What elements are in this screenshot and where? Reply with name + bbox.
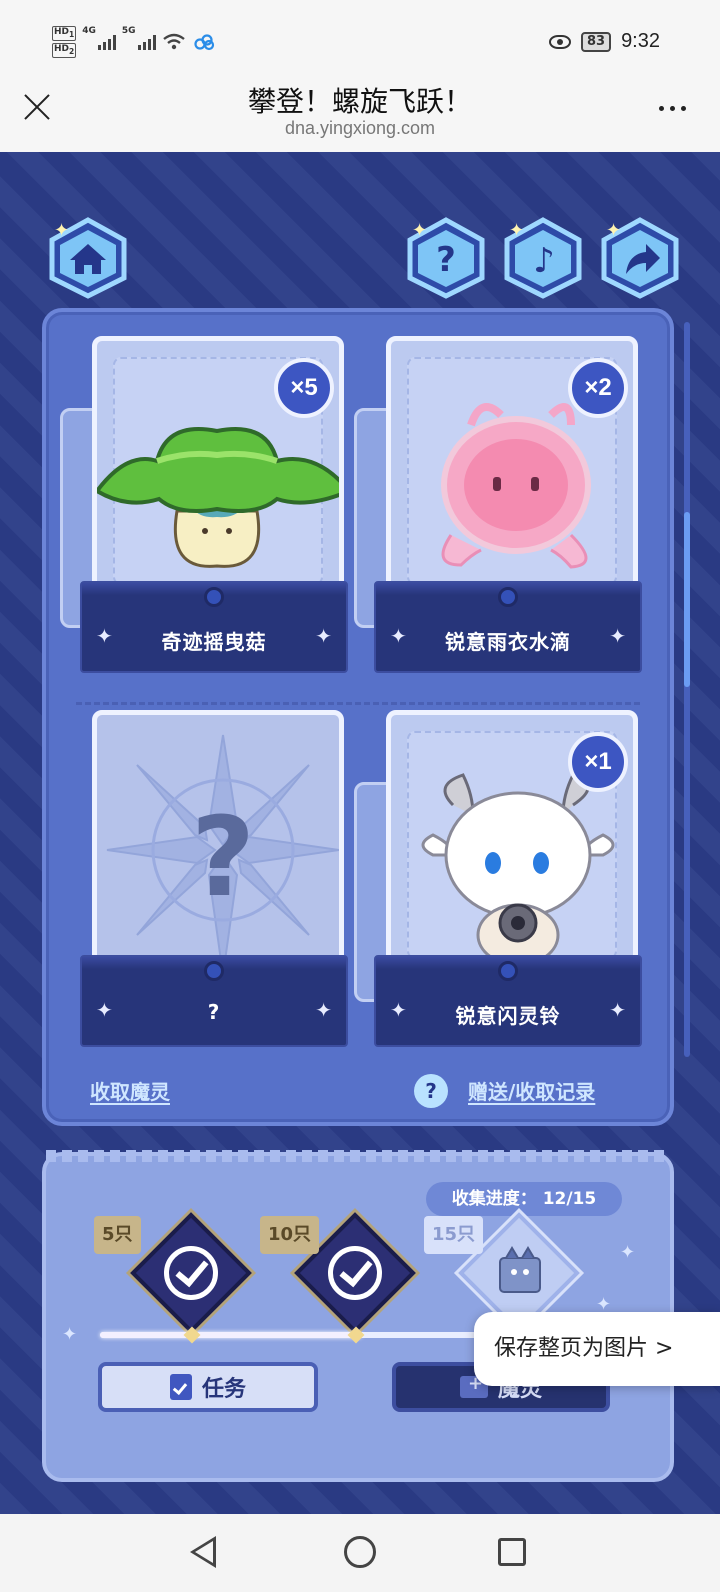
share-icon: ✦ bbox=[601, 217, 679, 299]
collect-spirit-link[interactable]: 收取魔灵 bbox=[90, 1076, 170, 1105]
card-row-divider bbox=[76, 702, 640, 705]
gift-box-icon bbox=[499, 1246, 541, 1293]
wifi-icon bbox=[162, 33, 185, 49]
system-nav-bar bbox=[0, 1514, 720, 1592]
progress-value: 12/15 bbox=[542, 1189, 597, 1209]
hd2-badge: HD2 bbox=[52, 42, 77, 58]
status-bar-left: HD1 HD2 4G 5G bbox=[52, 26, 216, 58]
help-button[interactable]: ? ✦ bbox=[404, 216, 488, 300]
more-menu-icon[interactable] bbox=[659, 106, 686, 111]
count-badge: ×5 bbox=[274, 358, 334, 418]
sparkle-icon: ✦ bbox=[62, 1324, 78, 1345]
task-button-label: 任务 bbox=[201, 1377, 246, 1402]
gift-records-link[interactable]: 赠送/收取记录 bbox=[468, 1076, 595, 1105]
spirit-card[interactable]: ×5 ✦ 奇迹摇曳菇 ✦ bbox=[60, 336, 348, 676]
milestone-reward-5[interactable] bbox=[130, 1212, 252, 1334]
spirit-card[interactable]: ×2 ✦ 锐意雨衣水滴 ✦ bbox=[354, 336, 642, 676]
help-icon: ? ✦ bbox=[407, 217, 485, 299]
card-pin bbox=[498, 961, 518, 981]
svg-text:✦: ✦ bbox=[606, 220, 621, 241]
svg-text:✦: ✦ bbox=[412, 220, 427, 241]
spirit-card[interactable]: ×1 ✦ 锐意闪灵铃 ✦ bbox=[354, 710, 642, 1050]
check-icon bbox=[328, 1246, 382, 1300]
save-page-as-image-button[interactable]: 保存整页为图片 > bbox=[474, 1312, 720, 1386]
home-icon: ✦ bbox=[49, 217, 127, 299]
collection-progress: 收集进度： 12/15 bbox=[426, 1182, 622, 1216]
clock: 9:32 bbox=[621, 30, 660, 52]
card-pin bbox=[204, 587, 224, 607]
music-button[interactable]: ♪ ✦ bbox=[501, 216, 585, 300]
status-bar: HD1 HD2 4G 5G 83 9:32 bbox=[0, 0, 720, 84]
card-frame: ? bbox=[92, 710, 344, 980]
page-url: dna.yingxiong.com bbox=[284, 118, 436, 138]
back-icon[interactable] bbox=[190, 1536, 216, 1568]
sparkle-icon: ✦ bbox=[315, 998, 332, 1022]
page-title: 攀登！螺旋飞跃！ bbox=[247, 85, 472, 118]
battery-indicator: 83 bbox=[580, 31, 612, 52]
svg-text:?: ? bbox=[191, 793, 255, 921]
sparkle-icon: ✦ bbox=[315, 624, 332, 648]
svg-text:♪: ♪ bbox=[533, 241, 555, 281]
card-name: 锐意闪灵铃 bbox=[455, 1004, 561, 1028]
count-badge: ×2 bbox=[568, 358, 628, 418]
card-name: 奇迹摇曳菇 bbox=[161, 630, 267, 654]
browser-header: 攀登！螺旋飞跃！ dna.yingxiong.com bbox=[0, 84, 720, 152]
sim-indicators: HD1 HD2 bbox=[52, 26, 77, 58]
card-name: 锐意雨衣水滴 bbox=[445, 630, 571, 654]
card-pin bbox=[204, 961, 224, 981]
home-button[interactable]: ✦ bbox=[46, 216, 130, 300]
web-content: ✦ ? ✦ ♪ ✦ ✦ ×5 ✦ 奇迹摇曳菇 ✦ ×2 ✦ 锐意雨衣水滴 ✦ ?… bbox=[0, 152, 720, 1514]
panel-scrollbar-thumb[interactable] bbox=[684, 512, 690, 687]
svg-text:✦: ✦ bbox=[54, 220, 69, 241]
check-icon bbox=[164, 1246, 218, 1300]
sparkle-icon: ✦ bbox=[620, 1242, 636, 1263]
svg-text:?: ? bbox=[436, 240, 456, 280]
sparkle-icon: ✦ bbox=[609, 624, 626, 648]
milestone-tag: 15只 bbox=[424, 1216, 484, 1254]
mushroom-creature-art bbox=[97, 427, 339, 568]
milestone-tag: 5只 bbox=[94, 1216, 141, 1254]
count-badge: ×1 bbox=[568, 732, 628, 792]
milestone-tag: 10只 bbox=[260, 1216, 320, 1254]
compass-emblem-icon: ? bbox=[106, 734, 339, 975]
task-button[interactable]: 任务 bbox=[98, 1362, 318, 1412]
task-doc-icon bbox=[169, 1374, 192, 1400]
music-icon: ♪ ✦ bbox=[504, 217, 582, 299]
svg-text:✦: ✦ bbox=[509, 220, 524, 241]
cloud-icon bbox=[193, 34, 214, 50]
panel-scrollbar[interactable] bbox=[684, 322, 690, 1057]
share-button[interactable]: ✦ bbox=[598, 216, 682, 300]
recent-apps-icon[interactable] bbox=[498, 1538, 526, 1566]
signal-1-icon bbox=[97, 34, 116, 50]
network-5g-label: 5G bbox=[121, 26, 136, 36]
progress-label: 收集进度： bbox=[451, 1189, 537, 1209]
network-4g-label: 4G bbox=[82, 26, 96, 36]
status-bar-right: 83 9:32 bbox=[548, 30, 660, 53]
signal-2-icon bbox=[137, 34, 156, 50]
hd1-badge: HD1 bbox=[52, 26, 77, 41]
help-circle-icon[interactable]: ? bbox=[414, 1074, 448, 1108]
home-circle-icon[interactable] bbox=[344, 1536, 376, 1568]
spirit-card-locked[interactable]: ? ✦ ? ✦ bbox=[80, 710, 348, 1050]
card-name: ? bbox=[207, 1000, 221, 1024]
eye-comfort-icon bbox=[548, 34, 571, 49]
sparkle-icon: ✦ bbox=[609, 998, 626, 1022]
progress-track-fill bbox=[100, 1332, 362, 1338]
card-pin bbox=[498, 587, 518, 607]
